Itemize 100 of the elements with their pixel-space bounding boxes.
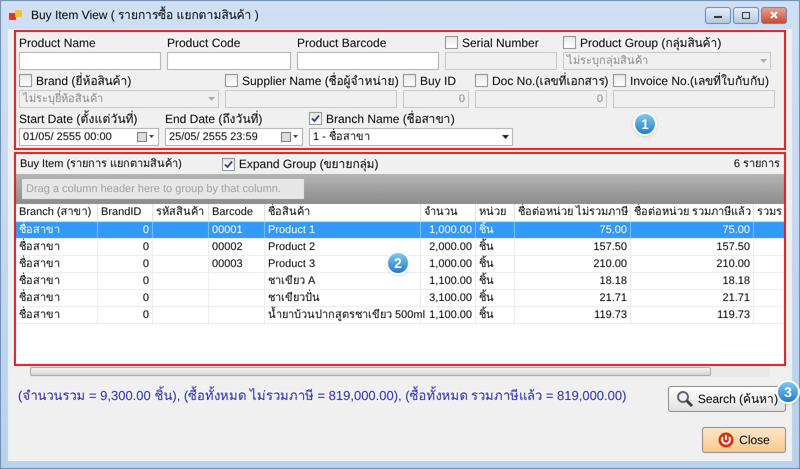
close-button[interactable]: [761, 6, 787, 24]
table-cell: ชื่อสาขา: [16, 239, 98, 255]
table-cell: 00001: [209, 222, 265, 238]
table-cell: ชิ้น: [476, 222, 515, 238]
table-row[interactable]: ชื่อสาขา 0 ชาเขียวปั่น 3,100.00 ชิ้น 21.71 21.71: [16, 290, 784, 307]
summary-text: (จำนวนรวม = 9,300.00 ชิ้น), (ซื้อทั้งหมด ไม่รวมภาษี = 819,000.00), (ซื้อทั้งหมด รวมภาษีแล้ว = 819,000.00): [18, 386, 626, 405]
date-picker[interactable]: 25/05/ 2555 23:59: [165, 128, 303, 146]
input-field[interactable]: [613, 90, 775, 108]
table-cell: 1,000.00: [421, 256, 476, 272]
checkbox[interactable]: [403, 74, 416, 87]
checkbox[interactable]: [445, 36, 458, 49]
field-label: Brand (ยี่ห้อสินค้า): [36, 72, 132, 90]
field-label: Product Barcode: [297, 34, 386, 52]
column-header[interactable]: ชื่อต่อหน่วย รวมภาษีแล้ว: [631, 204, 754, 221]
input-field[interactable]: [297, 52, 439, 70]
table-cell: ชาเขียวปั่น: [265, 290, 421, 306]
field-label: Serial Number: [462, 34, 539, 52]
table-cell: 157.50: [515, 239, 631, 255]
table-cell: 119.73: [631, 307, 754, 323]
table-cell: 18.18: [631, 273, 754, 289]
dropdown[interactable]: 1 - ชื่อสาขา: [309, 128, 513, 146]
field-label: Doc No.(เลขที่เอกสาร): [492, 72, 608, 90]
field-label: Product Code: [167, 34, 240, 52]
column-header[interactable]: Branch (สาขา): [16, 204, 98, 221]
table-cell: ชิ้น: [476, 239, 515, 255]
horizontal-scrollbar[interactable]: [30, 366, 770, 377]
dropdown-arrow-icon: [760, 59, 767, 63]
table-cell: ชื่อสาขา: [16, 222, 98, 238]
table-cell: 0: [98, 273, 153, 289]
dropdown-arrow-icon: [208, 97, 215, 101]
column-header[interactable]: รวมร: [754, 204, 784, 221]
field-label: End Date (ถึงวันที่): [165, 110, 262, 128]
power-icon: [718, 432, 734, 448]
search-button[interactable]: Search (ค้นหา): [668, 386, 786, 412]
table-row[interactable]: ชื่อสาขา 0 น้ำยาบ้วนปากสูตรชาเขียว 500ml 1,100.00 ชิ้น 119.73 119.73: [16, 307, 784, 324]
table-cell: 0: [98, 222, 153, 238]
app-icon: [9, 9, 23, 21]
table-cell: 0: [98, 239, 153, 255]
table-cell: ชื่อสาขา: [16, 307, 98, 323]
maximize-icon: [739, 10, 753, 20]
table-cell: ชิ้น: [476, 290, 515, 306]
field-label: Start Date (ตั้งแต่วันที่): [19, 110, 138, 128]
checkbox[interactable]: [309, 112, 322, 125]
table-cell: 119.73: [515, 307, 631, 323]
magnifier-icon: [676, 390, 694, 408]
checkbox[interactable]: [613, 74, 626, 87]
table-cell: ชิ้น: [476, 256, 515, 272]
group-hint: Drag a column header here to group by that column.: [22, 179, 304, 199]
checkbox[interactable]: [222, 158, 235, 170]
table-cell: 2,000.00: [421, 239, 476, 255]
date-picker[interactable]: 01/05/ 2555 00:00: [19, 128, 159, 146]
table-cell: 21.71: [515, 290, 631, 306]
checkbox[interactable]: [19, 74, 32, 87]
column-header[interactable]: หน่วย: [476, 204, 515, 221]
checkbox[interactable]: [225, 74, 238, 87]
input-field[interactable]: [225, 90, 397, 108]
table-cell: 1,000.00: [421, 222, 476, 238]
column-header[interactable]: ชื่อต่อหน่วย ไม่รวมภาษี: [515, 204, 631, 221]
table-cell: 00003: [209, 256, 265, 272]
column-header[interactable]: ชื่อสินค้า: [265, 204, 421, 221]
column-header[interactable]: Barcode: [209, 204, 265, 221]
checkbox[interactable]: [563, 36, 576, 49]
input-field[interactable]: [445, 52, 557, 70]
calendar-icon: [281, 132, 299, 142]
table-cell: ชิ้น: [476, 307, 515, 323]
column-header[interactable]: BrandID: [98, 204, 153, 221]
field-label: Supplier Name (ชื่อผู้จำหน่าย): [242, 72, 399, 90]
checkbox[interactable]: [475, 74, 488, 87]
table-cell: 0: [98, 290, 153, 306]
callout-badge: 1: [633, 112, 657, 136]
input-field[interactable]: [19, 52, 161, 70]
input-field[interactable]: [167, 52, 291, 70]
table-cell: 18.18: [515, 273, 631, 289]
column-header[interactable]: จำนวน: [421, 204, 476, 221]
table-cell: 1,100.00: [421, 273, 476, 289]
table-row[interactable]: ชื่อสาขา 0 00002 Product 2 2,000.00 ชิ้น 157.50 157.50: [16, 239, 784, 256]
column-header[interactable]: รหัสสินค้า: [153, 204, 209, 221]
field-label: Invoice No.(เลขที่ใบกับกับ): [630, 72, 770, 90]
field-label: Product Name: [19, 34, 96, 52]
table-cell: 0: [98, 256, 153, 272]
table-cell: 75.00: [515, 222, 631, 238]
table-cell: 157.50: [631, 239, 754, 255]
calendar-icon: [137, 132, 155, 142]
callout-badge: 3: [776, 380, 800, 404]
table-cell: 210.00: [631, 256, 754, 272]
window-title: Buy Item View ( รายการซื้อ แยกตามสินค้า ): [31, 6, 259, 24]
close-button[interactable]: Close: [702, 427, 786, 453]
table-cell: 75.00: [631, 222, 754, 238]
minimize-button[interactable]: [705, 6, 731, 24]
grid-title: Buy Item (รายการ แยกตามสินค้า): [20, 156, 182, 172]
record-count: 6 รายการ: [734, 156, 780, 172]
maximize-button[interactable]: [733, 6, 759, 24]
table-row[interactable]: ชื่อสาขา 0 ชาเขียว A 1,100.00 ชิ้น 18.18 18.18: [16, 273, 784, 290]
table-cell: Product 1: [265, 222, 421, 238]
table-cell: ชิ้น: [476, 273, 515, 289]
table-cell: 21.71: [631, 290, 754, 306]
table-cell: ชื่อสาขา: [16, 290, 98, 306]
field-label: Product Group (กลุ่มสินค้า): [580, 34, 722, 52]
callout-badge: 2: [386, 251, 410, 275]
table-cell: 00002: [209, 239, 265, 255]
